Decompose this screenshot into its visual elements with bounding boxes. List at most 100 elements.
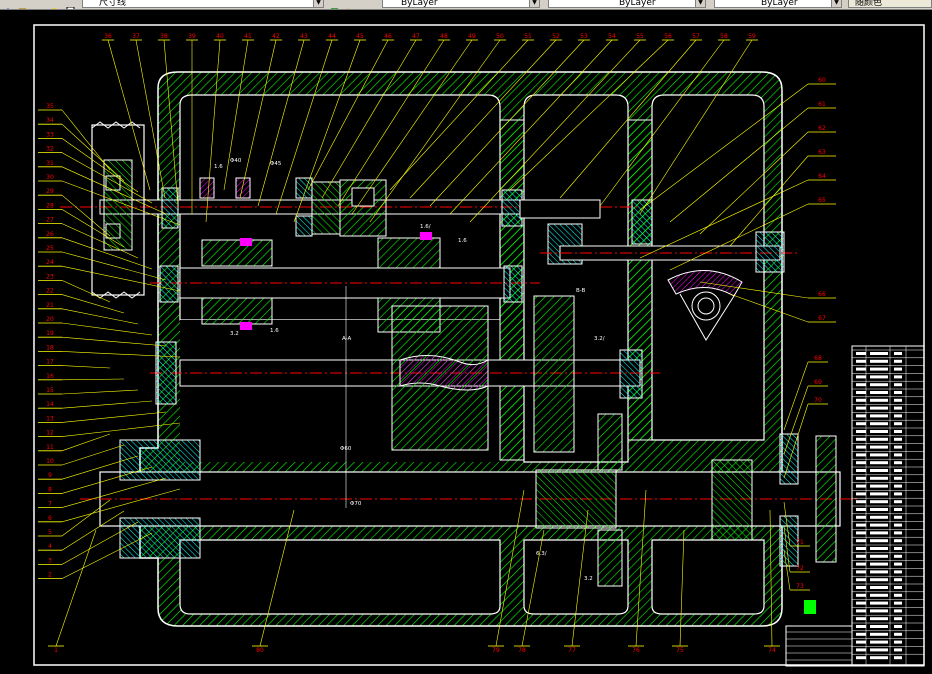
dimension-label: Φ45 — [270, 161, 282, 167]
color-square-icon[interactable] — [66, 0, 75, 9]
table-cell — [856, 398, 866, 402]
sun-icon[interactable] — [50, 0, 59, 9]
callout-number: 62 — [818, 125, 826, 132]
callout-number: 11 — [46, 444, 54, 451]
table-cell — [870, 554, 888, 558]
table-cell — [894, 656, 902, 660]
table-cell — [894, 554, 902, 558]
callout-number: 71 — [796, 539, 804, 546]
table-cell — [894, 593, 902, 597]
table-cell — [870, 484, 888, 488]
table-cell — [856, 422, 866, 426]
layer-previous-icon[interactable] — [344, 0, 353, 9]
dimension-label: 1.6/ — [420, 224, 431, 230]
table-cell — [870, 445, 888, 449]
layer-manager-icon[interactable] — [18, 0, 27, 9]
table-cell — [870, 593, 888, 597]
table-cell — [894, 375, 902, 379]
callout-number: 50 — [496, 33, 504, 40]
chevron-down-icon[interactable]: ▼ — [695, 0, 705, 7]
callout-number: 52 — [552, 33, 560, 40]
table-cell — [870, 500, 888, 504]
chevron-down-icon[interactable]: ▼ — [313, 0, 323, 7]
color-combo[interactable]: ByLayer ▼ — [382, 0, 540, 8]
table-cell — [856, 515, 866, 519]
table-cell — [856, 539, 866, 543]
callout-number: 3 — [48, 557, 52, 564]
table-cell — [856, 601, 866, 605]
table-cell — [894, 352, 902, 355]
color-combo-value: ByLayer — [401, 0, 438, 8]
table-cell — [870, 391, 888, 394]
callout-number: 22 — [46, 288, 54, 295]
table-cell — [870, 570, 888, 574]
make-current-layer-icon[interactable] — [330, 0, 339, 9]
table-cell — [870, 383, 888, 387]
table-cell — [856, 578, 866, 582]
table-cell — [856, 406, 866, 410]
dimension-label: A-A — [342, 336, 352, 342]
callout-leader — [55, 529, 97, 647]
callout-number: 66 — [818, 291, 826, 298]
callout-number: 59 — [748, 33, 756, 40]
table-cell — [870, 492, 888, 496]
layer-states-icon[interactable] — [4, 0, 13, 9]
dimension-label: 3.2/ — [594, 336, 605, 342]
callout-number: 64 — [818, 173, 826, 180]
table-cell — [856, 500, 866, 504]
plotstyle-combo[interactable]: 随颜色 — [848, 0, 932, 8]
callout-number: 18 — [46, 344, 54, 351]
linetype-combo-value: ByLayer — [619, 0, 656, 8]
layer-combo[interactable]: 尺寸线 ▼ — [82, 0, 324, 8]
callout-number: 14 — [46, 401, 54, 408]
callout-number: 75 — [676, 647, 684, 654]
table-cell — [894, 523, 902, 527]
table-cell — [894, 617, 902, 621]
table-cell — [856, 414, 866, 418]
table-cell — [870, 414, 888, 418]
table-cell — [894, 531, 902, 535]
callout-number: 72 — [796, 565, 804, 572]
callout-number: 26 — [46, 231, 54, 238]
dimension-label: 1.6 — [458, 238, 467, 244]
callout-number: 46 — [384, 33, 392, 40]
callout-number: 15 — [46, 387, 54, 394]
callout-number: 36 — [104, 33, 112, 40]
table-cell — [870, 617, 888, 621]
callout-number: 16 — [46, 373, 54, 380]
callout-leader — [61, 400, 153, 409]
table-cell — [870, 632, 888, 636]
linetype-combo[interactable]: ByLayer ▼ — [548, 0, 706, 8]
callout-number: 27 — [46, 217, 54, 224]
callout-number: 56 — [664, 33, 672, 40]
table-cell — [894, 586, 902, 589]
table-cell — [856, 476, 866, 480]
dimension-label: 3.2 — [230, 331, 239, 337]
chevron-down-icon[interactable]: ▼ — [529, 0, 539, 7]
table-cell — [856, 648, 866, 652]
callout-leader — [61, 411, 167, 423]
table-cell — [870, 422, 888, 426]
table-cell — [856, 531, 866, 535]
plotstyle-combo-value: 随颜色 — [855, 0, 883, 8]
table-cell — [894, 398, 902, 402]
table-cell — [856, 562, 866, 566]
callout-number: 20 — [46, 316, 54, 323]
drawing-canvas[interactable]: 36 37 38 39 40 41 42 43 44 45 46 47 48 49 50 51 52 53 54 55… — [0, 10, 932, 670]
callout-number: 51 — [524, 33, 532, 40]
table-cell — [894, 367, 902, 371]
callout-number: 39 — [188, 33, 196, 40]
table-cell — [894, 484, 902, 488]
table-cell — [856, 492, 866, 496]
table-cell — [894, 492, 902, 496]
chevron-down-icon[interactable]: ▼ — [831, 0, 841, 7]
table-cell — [870, 601, 888, 605]
callout-number: 78 — [518, 647, 526, 654]
table-cell — [856, 632, 866, 636]
callout-number: 63 — [818, 149, 826, 156]
callout-number: 7 — [48, 501, 52, 508]
callout-number: 35 — [46, 103, 54, 110]
table-cell — [894, 539, 902, 543]
table-cell — [870, 352, 888, 355]
lineweight-combo[interactable]: ByLayer ▼ — [714, 0, 842, 8]
